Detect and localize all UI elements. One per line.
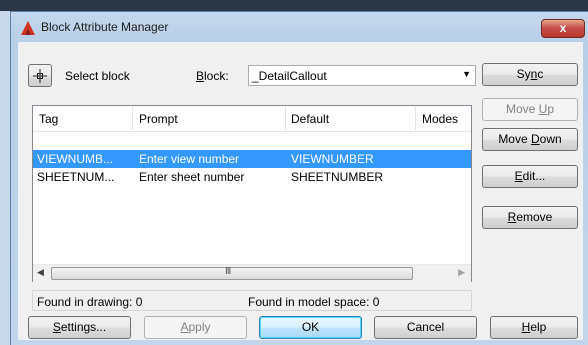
- move-up-label: Move: [505, 102, 539, 116]
- block-label-rest: lock:: [204, 69, 229, 83]
- scrollbar-grip: III: [225, 266, 231, 277]
- edit-button[interactable]: Edit...: [482, 165, 578, 188]
- column-header-modes[interactable]: Modes: [422, 112, 458, 126]
- close-button[interactable]: x: [541, 19, 585, 38]
- column-divider[interactable]: [285, 106, 286, 130]
- column-divider[interactable]: [415, 106, 416, 130]
- apply-label-mnemonic: A: [180, 320, 189, 334]
- table-row[interactable]: SHEETNUM... Enter sheet number SHEETNUMB…: [33, 168, 471, 186]
- apply-label-rest: pply: [188, 320, 211, 334]
- settings-button[interactable]: Settings...: [28, 316, 131, 339]
- pick-crosshair-icon: [33, 69, 47, 83]
- row-default: SHEETNUMBER: [291, 170, 384, 184]
- column-header-tag[interactable]: Tag: [39, 112, 58, 126]
- remove-label-mnemonic: R: [507, 210, 517, 224]
- status-bar: Found in drawing: 0 Found in model space…: [32, 290, 472, 311]
- sync-label-rest: c: [537, 67, 544, 81]
- help-button[interactable]: Help: [490, 316, 578, 339]
- block-dropdown-value: _DetailCallout: [252, 69, 327, 83]
- column-divider[interactable]: [132, 106, 133, 130]
- column-header-prompt[interactable]: Prompt: [139, 112, 178, 126]
- found-in-drawing: Found in drawing: 0: [37, 295, 143, 309]
- attribute-list[interactable]: Tag Prompt Default Modes VIEWNUMB... Ent…: [32, 105, 472, 282]
- horizontal-scrollbar[interactable]: ◀ III ▶: [33, 264, 471, 282]
- scroll-right-arrow-icon[interactable]: ▶: [458, 267, 465, 278]
- select-block-button[interactable]: [28, 64, 52, 87]
- row-tag: VIEWNUMB...: [37, 152, 114, 166]
- remove-button[interactable]: Remove: [482, 206, 578, 229]
- ok-button[interactable]: OK: [259, 316, 362, 339]
- move-down-label-rest: own: [539, 132, 562, 146]
- settings-label-mnemonic: S: [52, 320, 61, 334]
- edit-label-mnemonic: E: [514, 169, 523, 183]
- scroll-left-arrow-icon[interactable]: ◀: [37, 267, 44, 278]
- move-down-label: Move: [498, 132, 531, 146]
- move-up-label-rest: p: [547, 102, 555, 116]
- window-title: Block Attribute Manager: [41, 20, 169, 34]
- autocad-app-icon: [21, 21, 35, 35]
- edit-label-rest: dit...: [522, 169, 546, 183]
- select-block-label: Select block: [65, 69, 130, 83]
- move-down-label-mnemonic: D: [531, 132, 540, 146]
- row-default: VIEWNUMBER: [291, 152, 374, 166]
- row-prompt: Enter view number: [139, 152, 240, 166]
- move-up-button[interactable]: Move Up: [482, 98, 578, 121]
- help-label-rest: elp: [530, 320, 547, 334]
- column-header-default[interactable]: Default: [291, 112, 329, 126]
- title-bar[interactable]: Block Attribute Manager x: [11, 12, 588, 42]
- top-edge: [0, 0, 588, 11]
- settings-label-rest: ettings...: [60, 320, 107, 334]
- ok-label: OK: [301, 320, 320, 334]
- move-down-button[interactable]: Move Down: [482, 128, 578, 151]
- block-dropdown[interactable]: _DetailCallout ▼: [248, 65, 476, 86]
- dropdown-arrow-icon: ▼: [462, 69, 471, 79]
- row-tag: SHEETNUM...: [37, 170, 115, 184]
- scrollbar-thumb[interactable]: III: [51, 266, 413, 280]
- row-prompt: Enter sheet number: [139, 170, 245, 184]
- table-row[interactable]: VIEWNUMB... Enter view number VIEWNUMBER: [33, 150, 471, 168]
- block-label: Block:: [196, 69, 229, 83]
- sync-label: Sy: [516, 67, 531, 81]
- block-attribute-manager-dialog: Block Attribute Manager x Select block B…: [10, 11, 588, 345]
- cancel-label: Cancel: [406, 320, 445, 334]
- found-in-model-space: Found in model space: 0: [248, 295, 380, 309]
- sync-button[interactable]: Sync: [482, 63, 578, 86]
- remove-label-rest: emove: [516, 210, 553, 224]
- list-header: Tag Prompt Default Modes: [33, 106, 471, 132]
- dialog-client-area: Select block Block: _DetailCallout ▼ Tag…: [18, 42, 583, 340]
- cancel-button[interactable]: Cancel: [374, 316, 477, 339]
- apply-button[interactable]: Apply: [144, 316, 247, 339]
- close-icon: x: [559, 21, 567, 35]
